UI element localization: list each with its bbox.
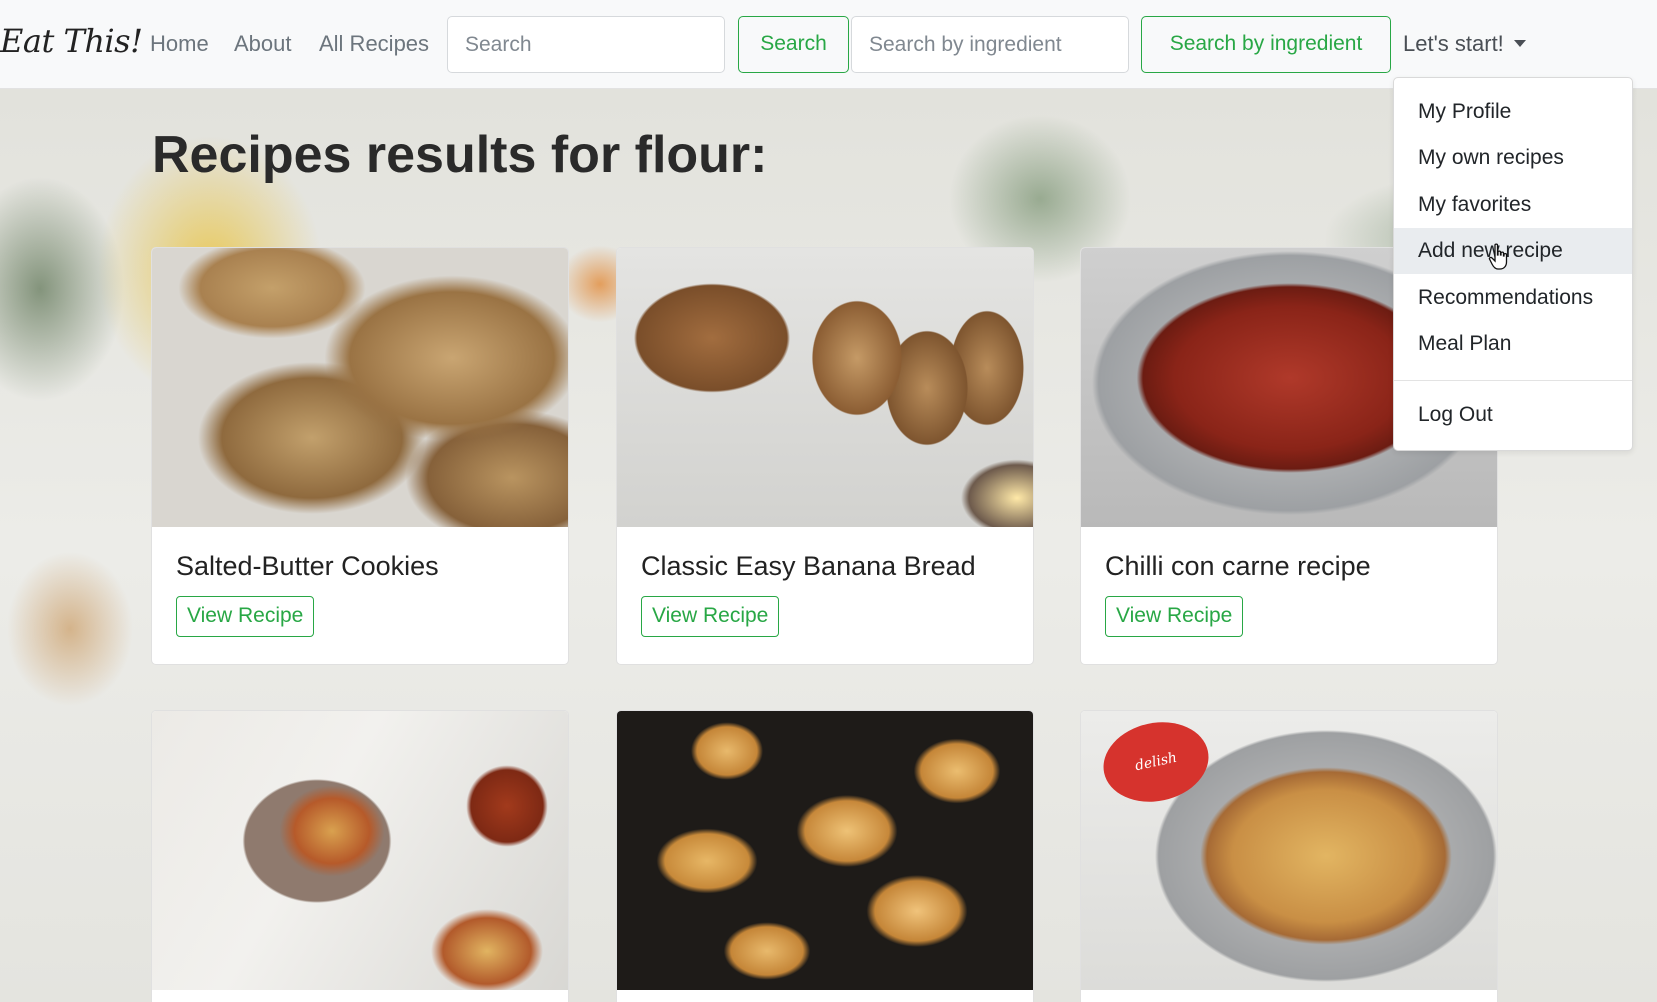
dropdown-divider <box>1394 380 1632 381</box>
recipe-title: Classic Easy Banana Bread <box>641 551 976 581</box>
dropdown-item-log-out[interactable]: Log Out <box>1394 392 1632 438</box>
recipe-title: Salted-Butter Cookies <box>176 551 439 581</box>
view-recipe-button[interactable]: View Recipe <box>1105 596 1244 637</box>
delish-badge: delish <box>1096 712 1216 812</box>
user-dropdown-menu: My Profile My own recipes My favorites A… <box>1393 77 1633 451</box>
recipe-card: Salted-Butter Cookies View Recipe <box>151 247 569 665</box>
recipe-image[interactable] <box>152 248 568 527</box>
nav-link-all-recipes[interactable]: All Recipes <box>319 31 429 57</box>
search-input[interactable] <box>447 16 725 73</box>
navbar: Eat This! Home About All Recipes Search … <box>0 0 1657 89</box>
ingredient-search-button[interactable]: Search by ingredient <box>1141 16 1391 73</box>
caret-down-icon <box>1513 40 1526 47</box>
view-recipe-button[interactable]: View Recipe <box>641 596 780 637</box>
lets-start-dropdown-toggle[interactable]: Let's start! <box>1403 31 1526 57</box>
dropdown-item-my-favorites[interactable]: My favorites <box>1394 182 1632 228</box>
hand-cursor-icon <box>1488 243 1508 270</box>
dropdown-item-my-own-recipes[interactable]: My own recipes <box>1394 135 1632 181</box>
page-title: Recipes results for flour: <box>152 126 768 184</box>
recipe-image[interactable]: delish <box>1081 711 1497 990</box>
recipe-image[interactable] <box>152 711 568 990</box>
search-button[interactable]: Search <box>738 16 849 73</box>
recipe-image[interactable] <box>617 248 1033 527</box>
brand-logo[interactable]: Eat This! <box>0 22 143 60</box>
dropdown-item-recommendations[interactable]: Recommendations <box>1394 275 1632 321</box>
recipe-title: Chilli con carne recipe <box>1105 551 1371 581</box>
recipe-card: delish <box>1080 710 1498 1002</box>
recipe-card <box>616 710 1034 1002</box>
ingredient-search-input[interactable] <box>851 16 1129 73</box>
dropdown-item-meal-plan[interactable]: Meal Plan <box>1394 321 1632 367</box>
recipe-card <box>151 710 569 1002</box>
dropdown-item-my-profile[interactable]: My Profile <box>1394 89 1632 135</box>
recipe-image[interactable] <box>617 711 1033 990</box>
dropdown-toggle-label: Let's start! <box>1403 31 1504 56</box>
view-recipe-button[interactable]: View Recipe <box>176 596 315 637</box>
nav-link-about[interactable]: About <box>234 31 292 57</box>
recipe-card: Classic Easy Banana Bread View Recipe <box>616 247 1034 665</box>
nav-link-home[interactable]: Home <box>150 31 209 57</box>
dropdown-item-add-new-recipe[interactable]: Add new recipe <box>1394 228 1632 274</box>
